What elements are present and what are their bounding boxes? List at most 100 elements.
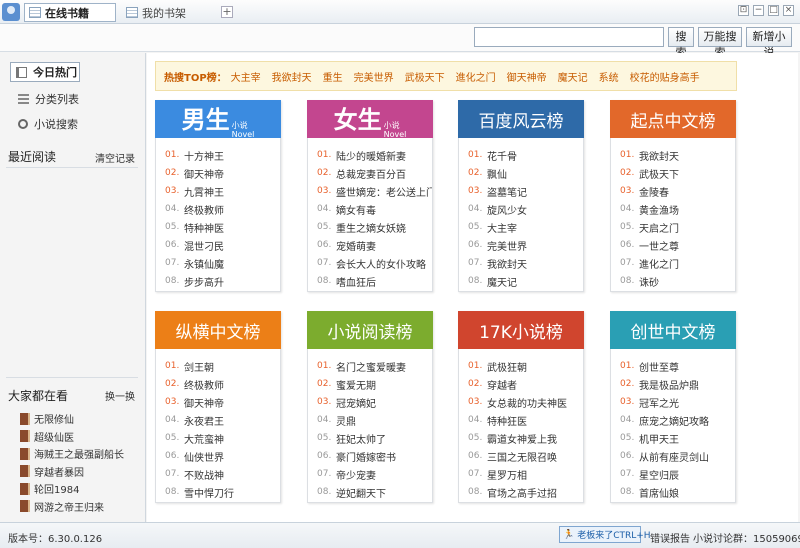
ranking-card-header[interactable]: 起点中文榜 — [610, 100, 736, 138]
sidebar-item-today-hot[interactable]: 今日热门 — [10, 62, 80, 82]
list-item[interactable]: 06. 宠婚萌妻 — [317, 236, 432, 254]
ranking-card-header[interactable]: 创世中文榜 — [610, 311, 736, 349]
ranking-card-header[interactable]: 女生 小说 Novel — [307, 100, 433, 139]
add-novel-button[interactable]: 新增小说 — [746, 27, 792, 59]
list-item[interactable]: 08. 雪中悍刀行 — [165, 483, 280, 501]
hot-search-link[interactable]: 大主宰 — [231, 69, 261, 84]
list-item[interactable]: 08. 诛砂 — [620, 272, 735, 290]
clear-history-link[interactable]: 清空记录 — [95, 150, 135, 165]
list-item[interactable]: 07. 不败战神 — [165, 465, 280, 483]
list-item[interactable]: 08. 步步高升 — [165, 272, 280, 290]
list-item[interactable]: 01. 我欲封天 — [620, 146, 735, 164]
list-item[interactable]: 07. 我欲封天 — [468, 254, 583, 272]
list-item[interactable]: 02. 穿越者 — [468, 375, 583, 393]
list-item[interactable]: 02. 总裁宠妻百分百 — [317, 164, 432, 182]
ranking-card-header[interactable]: 男生 小说 Novel — [155, 100, 281, 139]
list-item[interactable]: 02. 蜜爱无期 — [317, 375, 432, 393]
list-item[interactable]: 02. 我是极品炉鼎 — [620, 375, 735, 393]
list-item[interactable]: 08. 嗜血狂后 — [317, 272, 432, 290]
list-item[interactable]: 02. 武极天下 — [620, 164, 735, 182]
list-item[interactable]: 03. 冠军之光 — [620, 393, 735, 411]
boss-key-button[interactable]: 🏃 老板来了CTRL+H — [559, 526, 651, 543]
list-item[interactable]: 04. 终极教师 — [165, 200, 280, 218]
add-tab-button[interactable]: + — [221, 6, 233, 18]
list-item[interactable]: 06. 混世刁民 — [165, 236, 280, 254]
list-item[interactable]: 04. 庶宠之嫡妃攻略 — [620, 411, 735, 429]
list-item[interactable]: 01. 武极狂朝 — [468, 357, 583, 375]
list-item[interactable]: 02. 终极教师 — [165, 375, 280, 393]
list-item[interactable]: 05. 特种神医 — [165, 218, 280, 236]
list-item[interactable]: 05. 大主宰 — [468, 218, 583, 236]
list-item[interactable]: 04. 灵鼎 — [317, 411, 432, 429]
list-item[interactable]: 07. 進化之门 — [620, 254, 735, 272]
list-item[interactable]: 08. 官场之高手过招 — [468, 483, 583, 501]
list-item[interactable]: 04. 特种狂医 — [468, 411, 583, 429]
list-item[interactable]: 08. 魔天记 — [468, 272, 583, 290]
list-item[interactable]: 无限修仙 — [20, 410, 144, 428]
hot-search-link[interactable]: 重生 — [323, 69, 343, 84]
list-item[interactable]: 03. 盗墓笔记 — [468, 182, 583, 200]
list-item[interactable]: 海贼王之最强副船长 — [20, 445, 144, 463]
ranking-card-header[interactable]: 小说阅读榜 — [307, 311, 433, 349]
close-button[interactable]: × — [783, 5, 794, 16]
list-item[interactable]: 01. 创世至尊 — [620, 357, 735, 375]
ranking-card-header[interactable]: 纵横中文榜 — [155, 311, 281, 349]
hot-search-link[interactable]: 御天神帝 — [507, 69, 547, 84]
minimize-button[interactable]: − — [753, 5, 764, 16]
list-item[interactable]: 02. 飘仙 — [468, 164, 583, 182]
list-item[interactable]: 轮回1984 — [20, 480, 144, 498]
hot-search-link[interactable]: 我欲封天 — [272, 69, 312, 84]
list-item[interactable]: 01. 剑王朝 — [165, 357, 280, 375]
list-item[interactable]: 07. 永镇仙魔 — [165, 254, 280, 272]
list-item[interactable]: 04. 旋风少女 — [468, 200, 583, 218]
list-item[interactable]: 05. 机甲天王 — [620, 429, 735, 447]
list-item[interactable]: 超级仙医 — [20, 428, 144, 446]
refresh-link[interactable]: 换一换 — [105, 388, 135, 403]
list-item[interactable]: 04. 黄金渔场 — [620, 200, 735, 218]
ranking-card-header[interactable]: 17K小说榜 — [458, 311, 584, 349]
list-item[interactable]: 05. 霸道女神爱上我 — [468, 429, 583, 447]
list-item[interactable]: 06. 仙侠世界 — [165, 447, 280, 465]
list-item[interactable]: 03. 金陵春 — [620, 182, 735, 200]
hot-search-link[interactable]: 完美世界 — [354, 69, 394, 84]
list-item[interactable]: 01. 花千骨 — [468, 146, 583, 164]
list-item[interactable]: 08. 首席仙娘 — [620, 483, 735, 501]
list-item[interactable]: 06. 一世之尊 — [620, 236, 735, 254]
list-item[interactable]: 05. 狂妃太帅了 — [317, 429, 432, 447]
list-item[interactable]: 02. 御天神帝 — [165, 164, 280, 182]
list-item[interactable]: 01. 名门之蜜爱暖妻 — [317, 357, 432, 375]
list-item[interactable]: 03. 盛世嫡宠：老公送上门 — [317, 182, 432, 200]
list-item[interactable]: 05. 天启之门 — [620, 218, 735, 236]
list-item[interactable]: 07. 会长大人的女仆攻略 — [317, 254, 432, 272]
list-item[interactable]: 06. 完美世界 — [468, 236, 583, 254]
hot-search-link[interactable]: 魔天记 — [558, 69, 588, 84]
list-item[interactable]: 08. 逆妃翻天下 — [317, 483, 432, 501]
ranking-card-header[interactable]: 百度风云榜 — [458, 100, 584, 138]
list-item[interactable]: 07. 星空归辰 — [620, 465, 735, 483]
skin-button[interactable]: ⊡ — [738, 5, 749, 16]
list-item[interactable]: 07. 星罗万相 — [468, 465, 583, 483]
search-input[interactable] — [474, 27, 664, 47]
search-button[interactable]: 搜索 — [668, 27, 694, 59]
list-item[interactable]: 06. 从前有座灵剑山 — [620, 447, 735, 465]
tab-online-books[interactable]: 在线书籍 — [24, 3, 116, 22]
list-item[interactable]: 04. 嫡女有毒 — [317, 200, 432, 218]
universal-search-button[interactable]: 万能搜索 — [698, 27, 742, 59]
sidebar-item-search[interactable]: 小说搜索 — [18, 114, 78, 134]
list-item[interactable]: 03. 御天神帝 — [165, 393, 280, 411]
hot-search-link[interactable]: 進化之门 — [456, 69, 496, 84]
hot-search-link[interactable]: 系统 — [599, 69, 619, 84]
sidebar-item-category[interactable]: 分类列表 — [18, 89, 79, 109]
list-item[interactable]: 03. 冠宠嫡妃 — [317, 393, 432, 411]
list-item[interactable]: 07. 帝少宠妻 — [317, 465, 432, 483]
list-item[interactable]: 06. 三国之无限召唤 — [468, 447, 583, 465]
list-item[interactable]: 穿越者暴因 — [20, 463, 144, 481]
list-item[interactable]: 04. 永夜君王 — [165, 411, 280, 429]
list-item[interactable]: 网游之帝王归来 — [20, 498, 144, 516]
user-avatar-icon[interactable] — [2, 3, 20, 21]
list-item[interactable]: 03. 九霄神王 — [165, 182, 280, 200]
hot-search-link[interactable]: 校花的贴身高手 — [630, 69, 700, 84]
list-item[interactable]: 01. 陆少的暖婚新妻 — [317, 146, 432, 164]
error-report-link[interactable]: 错误报告 — [650, 530, 690, 545]
hot-search-link[interactable]: 武极天下 — [405, 69, 445, 84]
